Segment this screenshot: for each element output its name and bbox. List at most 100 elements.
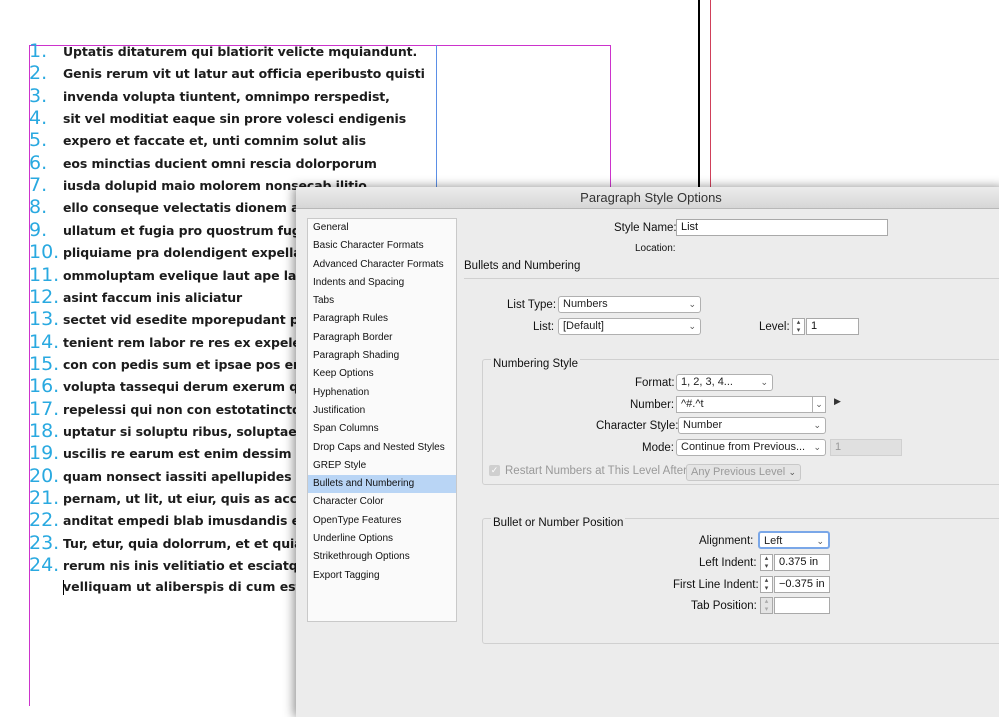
mode-label: Mode: (642, 442, 674, 454)
number-value: ^#.^t (681, 398, 704, 410)
list-item-number: 16. (29, 375, 60, 398)
location-label: Location: (635, 243, 676, 254)
list-item-number: 11. (29, 263, 60, 286)
category-item[interactable]: Advanced Character Formats (308, 256, 456, 274)
paragraph-style-options-dialog: Paragraph Style Options General Basic Cha… (296, 187, 999, 717)
list-item-text[interactable]: sit vel moditiat eaque sin prore volesci… (63, 111, 406, 126)
restart-numbers-label: Restart Numbers at This Level After: (505, 465, 691, 477)
page-edge (698, 0, 700, 190)
category-item[interactable]: Character Color (308, 493, 456, 511)
category-item[interactable]: Export Tagging (308, 567, 456, 585)
style-name-field[interactable]: List (676, 219, 888, 236)
list-item-text[interactable]: invenda volupta tiuntent, omnimpo rerspe… (63, 89, 390, 104)
restart-level-select[interactable]: Any Previous Level ⌄ (686, 464, 801, 481)
category-list[interactable]: General Basic Character Formats Advanced C… (307, 218, 457, 622)
list-item-number: 21. (29, 487, 60, 509)
list-item-number: 14. (29, 330, 60, 353)
category-item[interactable]: Bullets and Numbering (308, 475, 456, 494)
list-item-number: 2. (29, 62, 48, 85)
category-item[interactable]: General (308, 219, 456, 237)
list-item-number: 5. (29, 129, 48, 152)
list-item-number: 18. (29, 419, 60, 442)
level-field[interactable]: 1 (806, 318, 859, 335)
list-item-text[interactable]: asint faccum inis aliciatur (63, 290, 242, 305)
list-item-number: 20. (29, 464, 60, 487)
number-combo[interactable]: ^#.^t ⌄ (676, 396, 826, 413)
list-item-number: 17. (29, 397, 60, 420)
chevron-down-icon: ⌄ (813, 420, 821, 430)
category-item[interactable]: Paragraph Border (308, 329, 456, 347)
first-line-indent-label: First Line Indent: (673, 579, 759, 591)
format-label: Format: (635, 377, 675, 389)
category-item[interactable]: Basic Character Formats (308, 237, 456, 255)
left-indent-stepper[interactable]: ▴ ▾ (760, 554, 773, 571)
restart-numbers-checkbox[interactable]: ✓ (489, 465, 500, 476)
category-item[interactable]: Span Columns (308, 420, 456, 438)
tab-position-field[interactable] (774, 597, 830, 614)
category-item[interactable]: Paragraph Rules (308, 310, 456, 328)
restart-level-value: Any Previous Level (691, 466, 786, 478)
chevron-down-icon: ⌄ (688, 299, 696, 309)
chevron-down-icon: ⌄ (816, 536, 824, 546)
list-item-number: 7. (29, 174, 48, 197)
first-line-indent-stepper[interactable]: ▴ ▾ (760, 576, 773, 593)
category-item[interactable]: Indents and Spacing (308, 274, 456, 292)
category-item[interactable]: GREP Style (308, 457, 456, 475)
category-item[interactable]: OpenType Features (308, 512, 456, 530)
category-item[interactable]: Keep Options (308, 365, 456, 383)
list-item-number: 6. (29, 151, 48, 174)
list-item-text[interactable]: Uptatis ditaturem qui blatiorit velicte … (63, 44, 417, 59)
list-item-text[interactable]: expero et faccate et, unti comnim solut … (63, 133, 366, 148)
category-item[interactable]: Justification (308, 402, 456, 420)
style-name-label: Style Name: (614, 222, 677, 234)
mode-start-number-field[interactable]: 1 (830, 439, 902, 456)
list-item[interactable]: 6. eos minctias ducient omni rescia dolor… (0, 152, 600, 178)
character-style-select[interactable]: Number ⌄ (678, 417, 826, 434)
tab-position-stepper[interactable]: ▴ ▾ (760, 597, 773, 614)
list-item[interactable]: 4. sit vel moditiat eaque sin prore voles… (0, 107, 600, 133)
list-item-text[interactable]: eos minctias ducient omni rescia dolorpo… (63, 156, 377, 171)
list-item[interactable]: 3. invenda volupta tiuntent, omnimpo rers… (0, 85, 600, 111)
format-value: 1, 2, 3, 4... (681, 376, 733, 388)
category-item[interactable]: Tabs (308, 292, 456, 310)
character-style-value: Number (683, 419, 723, 431)
insert-special-character-icon[interactable]: ▶ (834, 396, 841, 407)
list-item[interactable]: 1. Uptatis ditaturem qui blatiorit velict… (0, 40, 600, 66)
format-select[interactable]: 1, 2, 3, 4... ⌄ (676, 374, 773, 391)
level-stepper[interactable]: ▴ ▾ (792, 318, 805, 335)
first-line-indent-field[interactable]: −0.375 in (774, 576, 830, 593)
section-title: Bullets and Numbering (464, 260, 581, 272)
category-item[interactable]: Paragraph Shading (308, 347, 456, 365)
category-item[interactable]: Strikethrough Options (308, 548, 456, 566)
category-item[interactable]: Underline Options (308, 530, 456, 548)
bleed-guide (710, 0, 711, 190)
chevron-down-icon: ⌄ (688, 321, 696, 331)
list-item-text[interactable]: ommoluptam evelique laut ape laut (63, 268, 311, 283)
dialog-title[interactable]: Paragraph Style Options (296, 187, 999, 209)
category-item[interactable]: Hyphenation (308, 384, 456, 402)
alignment-select[interactable]: Left ⌄ (758, 531, 830, 549)
character-style-label: Character Style: (596, 420, 679, 432)
list-value: [Default] (563, 320, 604, 332)
list-type-select[interactable]: Numbers ⌄ (558, 296, 701, 313)
text-frame-right-edge (610, 45, 611, 195)
list-select[interactable]: [Default] ⌄ (558, 318, 701, 335)
dialog-body: General Basic Character Formats Advanced C… (296, 209, 999, 717)
list-type-label: List Type: (507, 299, 557, 311)
list-item-text[interactable]: uscilis re earum est enim dessim quia (63, 446, 326, 461)
list-item-number: 15. (29, 352, 60, 375)
list-item-number: 8. (29, 196, 48, 219)
left-indent-field[interactable]: 0.375 in (774, 554, 830, 571)
list-item-text[interactable]: Genis rerum vit ut latur aut officia epe… (63, 66, 425, 81)
position-title: Bullet or Number Position (491, 517, 626, 529)
mode-select[interactable]: Continue from Previous... ⌄ (676, 439, 826, 456)
level-label: Level: (759, 321, 790, 333)
mode-value: Continue from Previous... (681, 441, 806, 453)
chevron-down-icon: ⌄ (813, 442, 821, 452)
list-item[interactable]: 2. Genis rerum vit ut latur aut officia e… (0, 62, 600, 88)
list-item[interactable]: 5. expero et faccate et, unti comnim solu… (0, 129, 600, 155)
list-item-number: 3. (29, 84, 48, 107)
alignment-label: Alignment: (699, 535, 754, 547)
category-item[interactable]: Drop Caps and Nested Styles (308, 439, 456, 457)
list-item-number: 10. (29, 241, 60, 264)
